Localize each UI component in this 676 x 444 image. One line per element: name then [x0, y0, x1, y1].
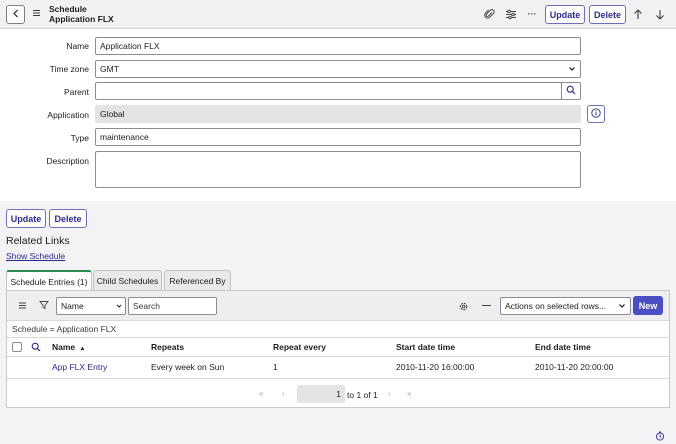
more-options-icon[interactable]: ···	[525, 7, 539, 21]
timezone-label: Time zone	[49, 64, 89, 74]
parent-label: Parent	[63, 87, 89, 97]
previous-page-icon[interactable]: ‹	[282, 389, 285, 398]
column-header-end[interactable]: End date time	[535, 342, 591, 352]
chevron-down-icon	[618, 298, 626, 319]
page-number-input[interactable]: 1	[297, 385, 345, 403]
row-repeat-every: 1	[273, 362, 278, 372]
chevron-down-icon	[568, 61, 576, 82]
last-page-icon[interactable]: »	[407, 389, 411, 398]
settings-sliders-icon[interactable]	[504, 7, 518, 21]
parent-lookup-button[interactable]	[561, 82, 581, 100]
response-time-icon[interactable]	[655, 431, 665, 443]
column-header-name-label: Name	[52, 342, 76, 352]
application-label: Application	[47, 110, 89, 120]
new-button[interactable]: New	[633, 296, 663, 315]
row-repeats: Every week on Sun	[151, 362, 225, 372]
search-field-select[interactable]: Name	[56, 297, 126, 315]
row-name-link[interactable]: App FLX Entry	[52, 362, 107, 372]
show-schedule-link[interactable]: Show Schedule	[6, 251, 65, 261]
page-title: Schedule Application FLX	[49, 4, 114, 24]
search-icon	[566, 85, 576, 97]
arrow-up-icon[interactable]	[631, 7, 645, 21]
related-links-heading: Related Links	[6, 235, 70, 247]
info-icon	[591, 108, 601, 120]
description-label: Description	[46, 156, 89, 166]
column-search-icon[interactable]	[31, 342, 41, 354]
tab-child-schedules[interactable]: Child Schedules	[93, 270, 162, 290]
list-search-input[interactable]: Search	[128, 297, 217, 315]
delete-button[interactable]: Delete	[49, 209, 87, 228]
header-delete-button[interactable]: Delete	[589, 5, 626, 24]
update-button[interactable]: Update	[6, 209, 46, 228]
sort-ascending-icon: ▲	[79, 346, 86, 352]
column-header-start[interactable]: Start date time	[396, 342, 455, 352]
caret-down-icon	[116, 298, 122, 319]
back-button[interactable]	[6, 5, 25, 24]
paperclip-icon[interactable]	[482, 7, 496, 21]
application-field: Global	[95, 105, 581, 123]
form-header: Schedule Application FLX ··· Update Dele…	[0, 0, 676, 29]
name-field[interactable]: Application FLX	[95, 37, 581, 55]
first-page-icon[interactable]: «	[259, 389, 263, 398]
column-header-repeats[interactable]: Repeats	[151, 342, 184, 352]
arrow-down-icon[interactable]	[653, 7, 667, 21]
collapse-icon[interactable]	[482, 305, 491, 307]
list-breadcrumb[interactable]: Schedule = Application FLX	[12, 324, 116, 334]
gear-icon[interactable]	[458, 301, 469, 314]
application-info-button[interactable]	[587, 105, 605, 123]
context-menu-icon[interactable]	[32, 8, 41, 18]
column-header-repeat-every[interactable]: Repeat every	[273, 342, 326, 352]
row-start: 2010-11-20 16:00:00	[396, 362, 475, 372]
column-header-name[interactable]: Name ▲	[52, 342, 85, 352]
tab-schedule-entries[interactable]: Schedule Entries (1)	[6, 270, 92, 291]
filter-icon[interactable]	[39, 300, 49, 312]
bulk-actions-select[interactable]: Actions on selected rows...	[500, 297, 631, 315]
timezone-value: GMT	[100, 64, 119, 74]
list-menu-icon[interactable]	[18, 301, 27, 312]
list-toolbar: Name Search Actions on selected rows... …	[7, 291, 669, 321]
row-end: 2010-11-20 20:00:00	[535, 362, 614, 372]
parent-field[interactable]	[95, 82, 562, 100]
header-update-button[interactable]: Update	[545, 5, 585, 24]
search-field-value: Name	[61, 301, 84, 311]
page-title-record: Application FLX	[49, 13, 114, 24]
select-all-checkbox[interactable]	[12, 342, 22, 352]
type-field[interactable]: maintenance	[95, 128, 581, 146]
bulk-actions-value: Actions on selected rows...	[505, 301, 607, 311]
tab-referenced-by[interactable]: Referenced By	[164, 270, 231, 290]
timezone-select[interactable]: GMT	[95, 60, 581, 78]
next-page-icon[interactable]: ›	[388, 389, 391, 398]
pagination-range: to 1 of 1	[347, 390, 378, 400]
type-label: Type	[70, 133, 89, 143]
chevron-left-icon	[12, 9, 20, 20]
name-label: Name	[66, 41, 89, 51]
description-field[interactable]	[95, 151, 581, 188]
